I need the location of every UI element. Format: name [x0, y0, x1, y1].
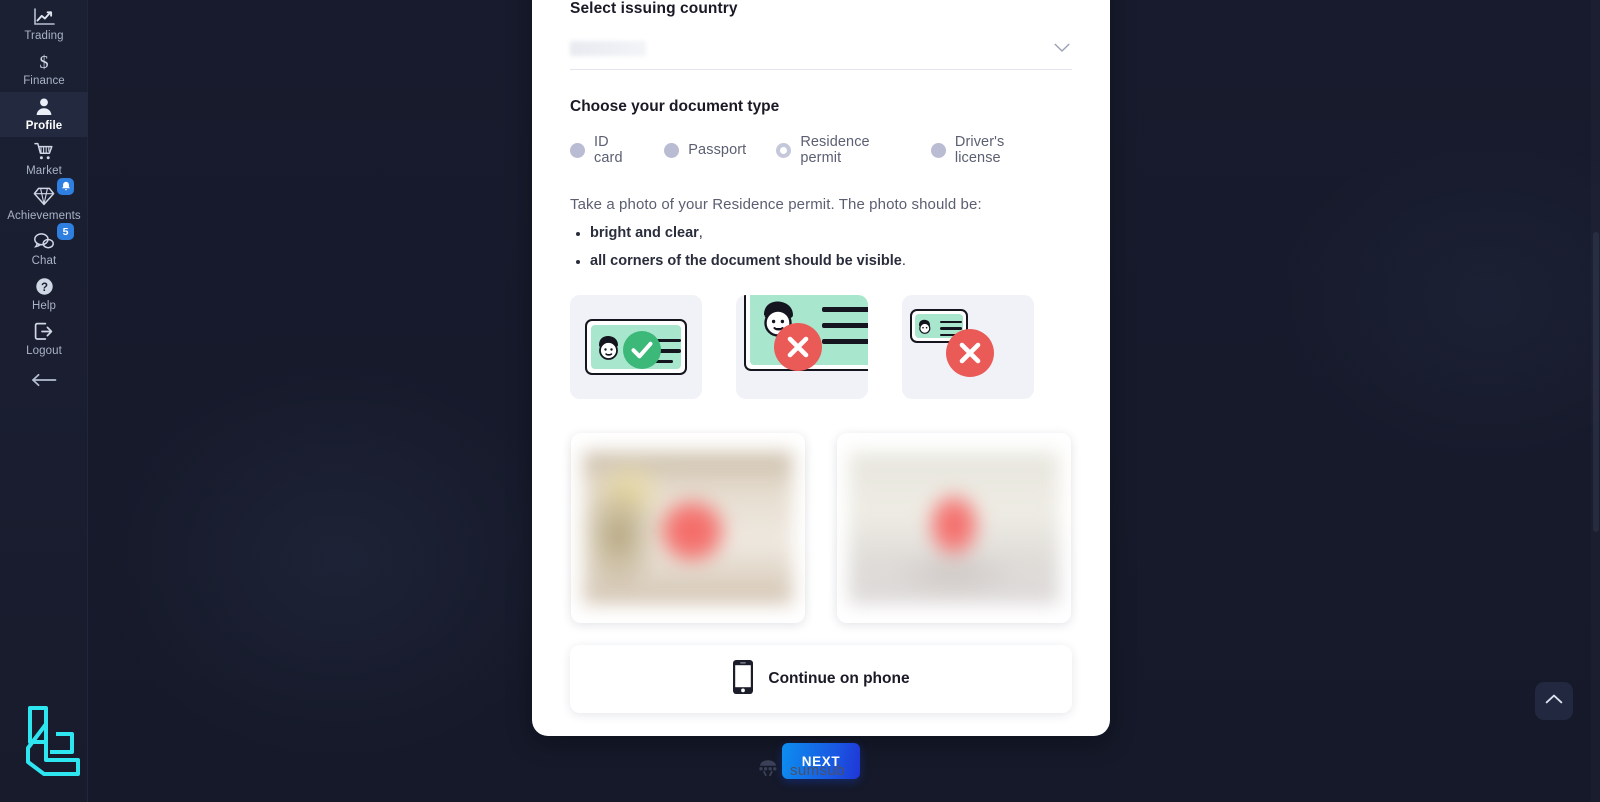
sidebar-item-profile[interactable]: Profile: [0, 92, 88, 137]
sidebar-item-achievements[interactable]: Achievements: [0, 178, 88, 227]
radio-icon: [664, 142, 680, 158]
doc-type-label-text: Residence permit: [800, 134, 870, 166]
too-close-example: [736, 295, 868, 399]
preview-image: [849, 452, 1059, 604]
chevron-down-icon: [1054, 40, 1070, 58]
user-icon: [35, 97, 53, 117]
svg-text:$: $: [40, 52, 49, 72]
brand-monogram-logo: [16, 698, 88, 784]
diamond-icon: [33, 187, 55, 207]
smartphone-icon: [732, 659, 754, 700]
sidebar-item-chat[interactable]: 5 Chat: [0, 223, 88, 272]
sidebar-item-market[interactable]: Market: [0, 137, 88, 182]
continue-on-phone-button[interactable]: Continue on phone: [570, 645, 1072, 713]
radio-icon: [570, 142, 585, 158]
arrow-left-icon: [31, 373, 57, 392]
app-root: Trading $ Finance Profile Market Achieve…: [0, 0, 1600, 802]
doc-type-label: Choose your document type: [570, 98, 780, 115]
sumsub-brand-label: sumsub: [790, 762, 845, 779]
uploaded-previews: [570, 433, 1072, 623]
logout-icon: [34, 322, 54, 342]
scroll-to-top-button[interactable]: [1535, 682, 1573, 720]
requirement-text: bright and clear: [590, 225, 699, 241]
dollar-icon: $: [36, 52, 52, 72]
list-item: all corners of the document should be vi…: [570, 253, 1072, 269]
document-type-group: ID card Passport Residence permit Driver…: [570, 134, 1072, 166]
requirement-text: all corners of the document should be vi…: [590, 253, 902, 269]
sidebar-item-finance[interactable]: $ Finance: [0, 47, 88, 92]
scrollbar-thumb[interactable]: [1593, 232, 1599, 532]
too-far-example: [902, 295, 1034, 399]
id-card-illustration: [585, 319, 687, 375]
sidebar-collapse-button[interactable]: [0, 362, 88, 402]
sidebar-item-label: Help: [31, 299, 57, 312]
country-label: Select issuing country: [570, 0, 738, 17]
cross-badge-icon: [946, 329, 994, 377]
doc-type-label-text: ID card: [594, 134, 623, 166]
sidebar: Trading $ Finance Profile Market Achieve…: [0, 0, 88, 802]
photo-requirements-list: bright and clear, all corners of the doc…: [570, 225, 1072, 269]
sidebar-item-help[interactable]: ? Help: [0, 272, 88, 317]
question-circle-icon: ?: [35, 277, 54, 297]
sidebar-item-logout[interactable]: Logout: [0, 317, 88, 362]
cart-icon: [33, 142, 55, 162]
sidebar-item-label: Logout: [26, 344, 62, 357]
sidebar-item-trading[interactable]: Trading: [0, 2, 88, 47]
chart-line-icon: [33, 7, 55, 27]
good-example: [570, 295, 702, 399]
cross-badge-icon: [774, 323, 822, 371]
radio-icon: [930, 142, 946, 158]
doc-type-label-text: Passport: [688, 142, 747, 158]
chevron-up-icon: [1545, 692, 1563, 710]
svg-text:?: ?: [40, 282, 47, 294]
photo-instruction: Take a photo of your Residence permit. T…: [570, 196, 982, 213]
country-value-redacted: [570, 41, 646, 56]
sidebar-item-label: Chat: [31, 254, 57, 267]
sidebar-item-label: Profile: [25, 119, 63, 132]
requirement-tail: .: [901, 253, 906, 269]
chat-badge: 5: [57, 223, 74, 240]
chat-bubble-icon: [33, 232, 55, 252]
sidebar-item-label: Market: [26, 164, 62, 177]
doc-type-residence-permit[interactable]: Residence permit: [776, 134, 901, 166]
face-icon: [599, 336, 618, 360]
verification-card: Select issuing country Choose your docum…: [532, 0, 1110, 779]
preview-image: [583, 452, 793, 604]
doc-type-drivers-license[interactable]: Driver's license: [930, 134, 1042, 166]
achievements-badge: [57, 178, 74, 195]
radio-selected-icon: [776, 142, 792, 158]
doc-type-label-text: Driver's license: [954, 134, 1005, 166]
check-badge-icon: [623, 331, 661, 369]
sidebar-item-label: Achievements: [7, 209, 81, 222]
sumsub-logo-icon: [755, 758, 781, 783]
sumsub-footer: sumsub: [0, 758, 1600, 783]
front-side-preview[interactable]: [571, 433, 805, 623]
country-select[interactable]: [570, 28, 1072, 70]
card-text-lines: [822, 307, 868, 344]
sidebar-item-label: Trading: [24, 29, 64, 42]
page-scrollbar[interactable]: [1591, 0, 1600, 802]
requirement-tail: ,: [698, 225, 703, 241]
list-item: bright and clear,: [570, 225, 1072, 241]
sample-illustrations: [570, 295, 1072, 399]
face-icon: [919, 319, 931, 334]
back-side-preview[interactable]: [837, 433, 1071, 623]
continue-on-phone-label: Continue on phone: [768, 670, 910, 687]
doc-type-id-card[interactable]: ID card: [570, 134, 634, 166]
doc-type-passport[interactable]: Passport: [664, 142, 746, 158]
sidebar-item-label: Finance: [23, 74, 65, 87]
